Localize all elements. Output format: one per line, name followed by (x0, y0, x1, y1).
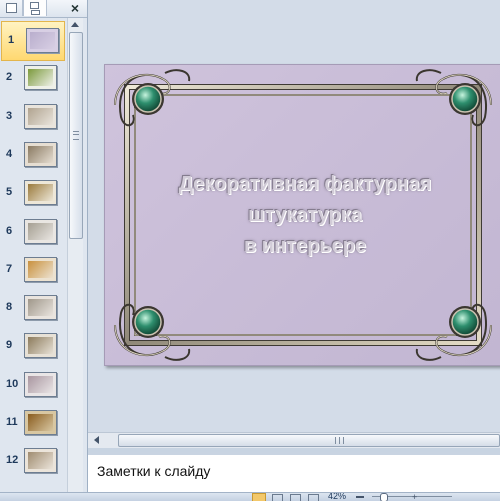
slide-thumbnail[interactable] (24, 371, 57, 397)
slide-number: 5 (6, 186, 13, 199)
gem-bottom-left-icon (132, 306, 164, 338)
slide-title[interactable]: Декоративная фактурная штукатурка в инте… (135, 169, 475, 262)
thumbnail-list: 1 2 3 4 5 6 7 8 9 10 11 12 (0, 18, 66, 492)
notes-pane[interactable]: Заметки к слайду (88, 452, 500, 492)
slide-number: 1 (8, 34, 15, 46)
slide-thumbnail[interactable] (24, 256, 57, 282)
slide-number: 11 (6, 416, 18, 428)
slides-tab-icon (6, 3, 17, 13)
thumbnail-preview (28, 452, 53, 470)
slide-thumbnail[interactable] (26, 28, 59, 53)
tab-slides[interactable] (0, 0, 23, 16)
slide-thumbnail[interactable] (24, 410, 57, 435)
slide-number: 6 (6, 224, 13, 237)
slide-number: 3 (6, 109, 13, 122)
slide-number: 8 (6, 301, 13, 314)
thumbnail-preview (28, 299, 53, 317)
zoom-out-icon[interactable] (356, 496, 364, 498)
slide-thumbnail-row[interactable]: 3 (0, 98, 66, 136)
horizontal-scrollbar-thumb[interactable] (118, 434, 500, 447)
gem-top-left-icon (132, 83, 164, 115)
thumbnail-preview (28, 337, 53, 355)
slide-thumbnail-row[interactable]: 10 (0, 366, 66, 404)
slide-number: 12 (6, 454, 19, 467)
slide-thumbnail-row[interactable]: 8 (0, 289, 66, 327)
outline-tab-icon-lower (31, 10, 40, 15)
thumbnail-preview (28, 260, 53, 278)
thumbnail-preview (28, 414, 53, 431)
slide-thumbnail[interactable] (24, 103, 57, 129)
thumbnail-preview (28, 184, 53, 202)
thumbnail-scrollbar[interactable] (67, 18, 83, 492)
slide-editing-area: Декоративная фактурная штукатурка в инте… (88, 0, 500, 432)
slide-thumbnail-row[interactable]: 7 (0, 251, 66, 289)
thumbnail-preview (28, 375, 53, 393)
current-slide[interactable]: Декоративная фактурная штукатурка в инте… (104, 64, 500, 366)
slide-thumbnail[interactable] (24, 218, 57, 244)
outline-tab-icon (30, 2, 39, 9)
notes-placeholder[interactable]: Заметки к слайду (97, 463, 210, 479)
slides-thumbnail-pane: × 1 2 3 4 5 6 7 8 9 10 11 12 (0, 0, 88, 492)
slide-thumbnail[interactable] (24, 448, 57, 474)
slide-thumbnail[interactable] (24, 333, 57, 359)
scroll-up-arrow-icon[interactable] (71, 22, 79, 27)
slide-number: 9 (6, 339, 13, 352)
slide-thumbnail-row[interactable]: 2 (0, 59, 66, 97)
slide-thumbnail[interactable] (24, 141, 57, 167)
slide-thumbnail[interactable] (24, 65, 57, 91)
slide-number: 4 (6, 147, 13, 160)
slide-thumbnail[interactable] (24, 180, 57, 206)
horizontal-scroll-grip-icon (335, 437, 344, 444)
slide-thumbnail-row[interactable]: 11 (0, 404, 66, 442)
slide-number: 10 (6, 377, 19, 390)
scroll-grip-icon (73, 131, 79, 140)
thumbnail-scrollbar-thumb[interactable] (69, 32, 83, 239)
slide-thumbnail[interactable] (24, 295, 57, 321)
slide-thumbnail-row[interactable]: 6 (0, 213, 66, 251)
scroll-left-arrow-icon[interactable] (94, 436, 99, 444)
thumbnail-preview (28, 69, 53, 87)
thumbnail-preview (30, 32, 55, 49)
slide-thumbnail-row[interactable]: 1 (1, 21, 65, 61)
close-pane-button[interactable]: × (67, 0, 83, 16)
horizontal-scrollbar[interactable] (88, 432, 500, 448)
tab-outline[interactable] (23, 0, 47, 16)
thumbnail-preview (28, 107, 53, 125)
slide-number: 7 (6, 262, 13, 275)
slide-thumbnail-row[interactable]: 5 (0, 174, 66, 212)
slide-thumbnail-row[interactable]: 12 (0, 442, 66, 480)
slide-thumbnail-row[interactable]: 9 (0, 327, 66, 365)
slide-thumbnail-row[interactable]: 4 (0, 136, 66, 174)
thumbnail-preview (28, 222, 53, 240)
pane-tabs: × (0, 0, 87, 18)
gem-top-right-icon (449, 83, 481, 115)
gem-bottom-right-icon (449, 306, 481, 338)
thumbnail-preview (28, 145, 53, 163)
slide-number: 2 (6, 71, 13, 84)
